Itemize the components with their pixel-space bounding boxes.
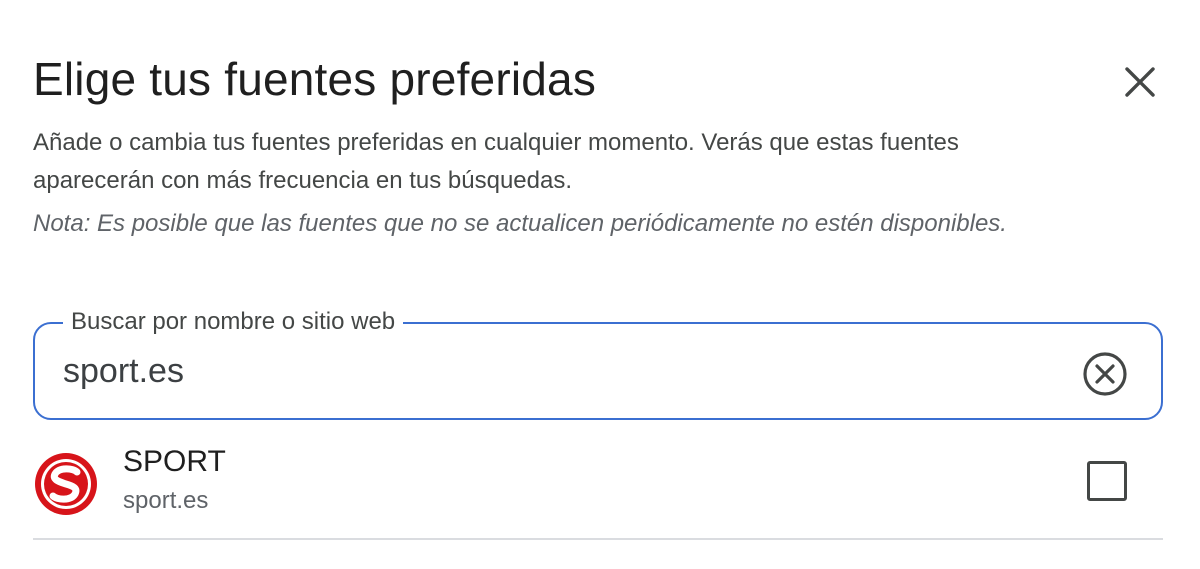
sport-logo-icon: [35, 453, 97, 515]
search-input[interactable]: [63, 346, 1043, 396]
preferred-sources-dialog: Elige tus fuentes preferidas Añade o cam…: [0, 0, 1200, 569]
source-checkbox[interactable]: [1087, 461, 1127, 501]
source-name: SPORT: [123, 445, 226, 478]
search-label: Buscar por nombre o sitio web: [63, 307, 404, 337]
dialog-description: Añade o cambia tus fuentes preferidas en…: [33, 129, 959, 194]
close-icon: [1125, 67, 1155, 97]
dialog-title: Elige tus fuentes preferidas: [33, 53, 597, 105]
source-result-row[interactable]: SPORT sport.es: [33, 435, 1163, 540]
close-button[interactable]: [1114, 56, 1166, 108]
clear-search-button[interactable]: [1081, 350, 1129, 398]
dialog-note: Nota: Es posible que las fuentes que no …: [33, 210, 1007, 237]
clear-circle-icon: [1083, 352, 1127, 396]
search-field: Buscar por nombre o sitio web: [33, 307, 1163, 420]
source-site: sport.es: [123, 487, 209, 514]
